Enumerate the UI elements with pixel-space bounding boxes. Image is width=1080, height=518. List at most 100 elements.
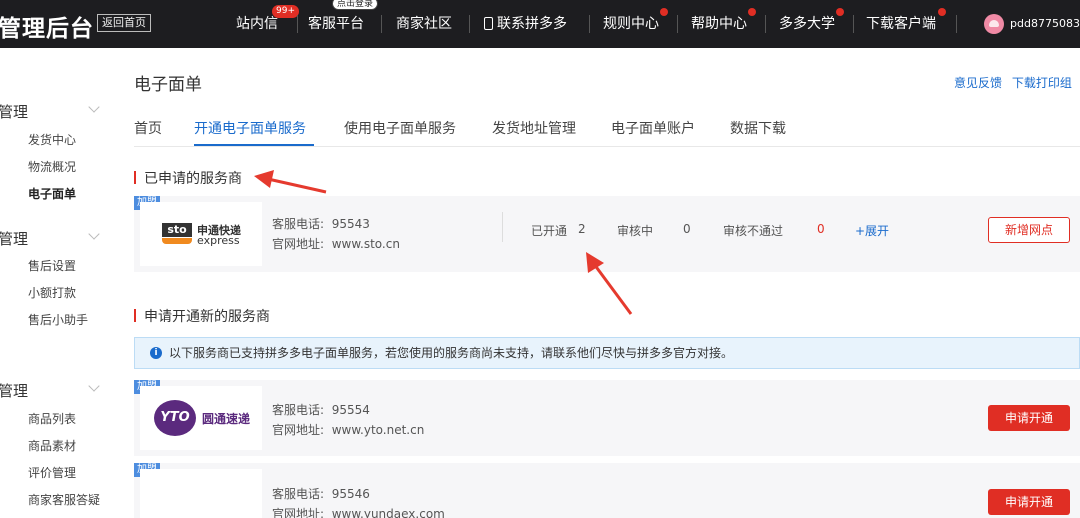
- phone-label: 客服电话:: [272, 403, 325, 417]
- card-divider: [502, 212, 503, 242]
- messages-count-badge: 99+: [272, 5, 299, 18]
- notice-text: 以下服务商已支持拼多多电子面单服务，若您使用的服务商尚未支持，请联系他们尽快与拼…: [169, 346, 734, 360]
- sidebar-item-logistics[interactable]: 物流概况: [28, 158, 76, 175]
- sidebar-group-goods[interactable]: 管理: [0, 380, 28, 401]
- rejected-count: 0: [817, 222, 825, 236]
- expand-link[interactable]: +展开: [855, 222, 889, 239]
- tab-divider: [134, 146, 1080, 147]
- chevron-down-icon[interactable]: [88, 380, 100, 392]
- yto-logo-cn: 圆通速递: [202, 412, 251, 426]
- apply-button[interactable]: 申请开通: [988, 405, 1070, 431]
- provider-card: 加盟 客服电话: 95546 官网地址: www.yundaex.com 申请开…: [134, 463, 1080, 518]
- provider-info: 客服电话: 95546 官网地址: www.yundaex.com: [272, 484, 445, 518]
- provider-logo: [140, 469, 262, 518]
- sto-logo-mark: sto: [162, 223, 192, 237]
- sto-logo-en: express: [197, 234, 240, 247]
- site-label: 官网地址:: [272, 237, 325, 251]
- tab-use-service[interactable]: 使用电子面单服务: [344, 118, 456, 138]
- sidebar-item-aftersale-settings[interactable]: 售后设置: [28, 257, 76, 274]
- download-notification-dot: [938, 8, 946, 16]
- back-home-button[interactable]: 返回首页: [97, 14, 151, 32]
- sidebar-item-reviews[interactable]: 评价管理: [28, 464, 76, 481]
- yto-logo-mark: YTO: [154, 400, 196, 436]
- nav-help-label: 帮助中心: [691, 16, 747, 32]
- main-content: 电子面单 意见反馈 下载打印组 首页 开通电子面单服务 使用电子面单服务 发货地…: [116, 48, 1080, 518]
- sidebar-group-aftersale[interactable]: 管理: [0, 228, 28, 249]
- phone-label: 客服电话:: [272, 217, 325, 231]
- nav-contact-label: 联系拼多多: [497, 16, 567, 32]
- provider-site: www.yundaex.com: [331, 507, 445, 518]
- phone-label: 客服电话:: [272, 487, 325, 501]
- yto-logo: YTO 圆通速递: [140, 386, 262, 450]
- nav-divider: [589, 15, 590, 33]
- sidebar-item-goods-list[interactable]: 商品列表: [28, 410, 76, 427]
- rules-notification-dot: [660, 8, 668, 16]
- site-label: 官网地址:: [272, 507, 325, 518]
- sidebar-item-merchant-qa[interactable]: 商家客服答疑: [28, 491, 100, 508]
- nav-university[interactable]: 多多大学: [779, 0, 835, 48]
- provider-site: www.sto.cn: [331, 237, 400, 251]
- provider-phone: 95546: [331, 487, 370, 501]
- sidebar: 管理 发货中心 物流概况 电子面单 管理 售后设置 小额打款 售后小助手 管理 …: [0, 48, 116, 518]
- sidebar-item-shipping-center[interactable]: 发货中心: [28, 131, 76, 148]
- tab-data-download[interactable]: 数据下载: [730, 118, 786, 138]
- nav-rules-label: 规则中心: [603, 16, 659, 32]
- avatar[interactable]: [984, 14, 1004, 34]
- sidebar-item-aftersale-assistant[interactable]: 售后小助手: [28, 311, 88, 328]
- reviewing-label: 审核中: [617, 224, 654, 238]
- tab-address[interactable]: 发货地址管理: [492, 118, 576, 138]
- sidebar-item-e-waybill[interactable]: 电子面单: [28, 185, 76, 202]
- app-title: 管理后台: [0, 16, 94, 42]
- sidebar-group-shipping[interactable]: 管理: [0, 101, 28, 122]
- chevron-down-icon[interactable]: [88, 101, 100, 113]
- apply-button[interactable]: 申请开通: [988, 489, 1070, 515]
- nav-divider: [677, 15, 678, 33]
- nav-messages[interactable]: 站内信: [236, 0, 278, 48]
- nav-divider: [956, 15, 957, 33]
- nav-messages-label: 站内信: [236, 16, 278, 32]
- opened-label: 已开通: [531, 224, 568, 238]
- university-notification-dot: [836, 8, 844, 16]
- top-links: 意见反馈 下载打印组: [954, 74, 1078, 91]
- info-notice: i 以下服务商已支持拼多多电子面单服务，若您使用的服务商尚未支持，请联系他们尽快…: [134, 337, 1080, 369]
- login-badge[interactable]: 点击登录: [332, 0, 379, 10]
- username[interactable]: pdd87750838...: [1010, 0, 1080, 48]
- chevron-down-icon[interactable]: [88, 228, 100, 240]
- opened-count: 2: [578, 222, 586, 236]
- nav-divider: [381, 15, 382, 33]
- provider-info: 客服电话: 95543 官网地址: www.sto.cn: [272, 214, 400, 254]
- tab-open-service[interactable]: 开通电子面单服务: [194, 118, 306, 138]
- tab-account[interactable]: 电子面单账户: [611, 118, 695, 138]
- new-section-title: 申请开通新的服务商: [134, 306, 270, 326]
- nav-rules[interactable]: 规则中心: [603, 0, 659, 48]
- site-label: 官网地址:: [272, 423, 325, 437]
- provider-phone: 95554: [331, 403, 370, 417]
- nav-community-label: 商家社区: [396, 16, 452, 32]
- nav-download-client-label: 下载客户端: [866, 16, 936, 32]
- nav-divider: [765, 15, 766, 33]
- nav-contact[interactable]: 联系拼多多: [484, 0, 567, 48]
- tab-home[interactable]: 首页: [134, 118, 162, 138]
- applied-provider-card: 加盟 sto 申通快递 express 客服电话: 95543 官网地址: ww…: [134, 196, 1080, 272]
- sidebar-item-goods-material[interactable]: 商品素材: [28, 437, 76, 454]
- sto-logo-swoosh: [162, 238, 192, 244]
- provider-card: 加盟 YTO 圆通速递 客服电话: 95554 官网地址: www.yto.ne…: [134, 380, 1080, 456]
- top-bar: 管理后台 返回首页 站内信 99+ 客服平台 点击登录 商家社区 联系拼多多 规…: [0, 0, 1080, 48]
- applied-section-title: 已申请的服务商: [134, 168, 242, 188]
- nav-community[interactable]: 商家社区: [396, 0, 452, 48]
- help-notification-dot: [748, 8, 756, 16]
- sidebar-item-small-payment[interactable]: 小额打款: [28, 284, 76, 301]
- nav-divider: [469, 15, 470, 33]
- nav-university-label: 多多大学: [779, 16, 835, 32]
- reviewing-count: 0: [683, 222, 691, 236]
- feedback-link[interactable]: 意见反馈: [954, 76, 1002, 90]
- provider-phone: 95543: [331, 217, 370, 231]
- nav-customer-service-label: 客服平台: [308, 16, 364, 32]
- info-icon: i: [150, 347, 162, 359]
- download-print-link[interactable]: 下载打印组: [1012, 76, 1072, 90]
- sto-logo: sto 申通快递 express: [140, 202, 262, 266]
- provider-info: 客服电话: 95554 官网地址: www.yto.net.cn: [272, 400, 424, 440]
- nav-help[interactable]: 帮助中心: [691, 0, 747, 48]
- add-branch-button[interactable]: 新增网点: [988, 217, 1070, 243]
- nav-download-client[interactable]: 下载客户端: [866, 0, 936, 48]
